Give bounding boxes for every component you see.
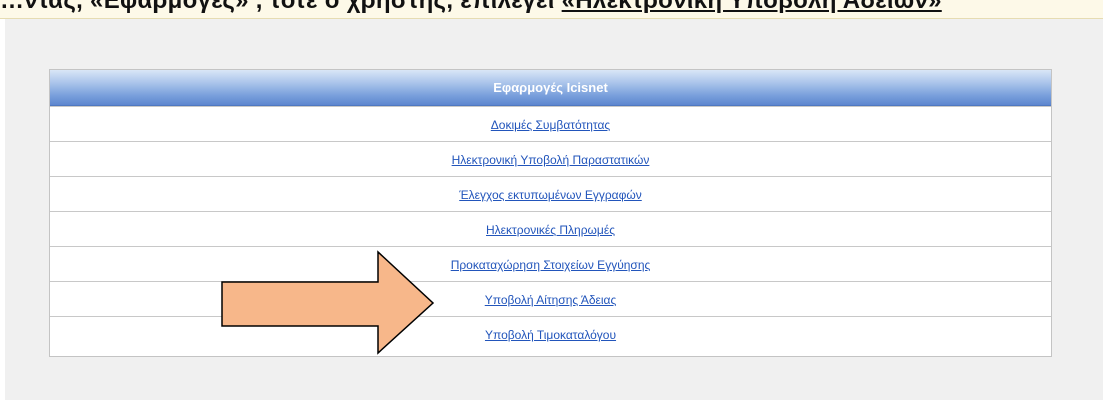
- app-link-guarantee-pre-registration[interactable]: Προκαταχώρηση Στοιχείων Εγγύησης: [451, 258, 651, 272]
- arrow-shape: [221, 250, 435, 355]
- instruction-text: …ντας, «Εφαρμογές» , τότε ο χρήστης, επι…: [0, 0, 942, 15]
- app-link-license-application[interactable]: Υποβολή Αίτησης Άδειας: [485, 293, 617, 307]
- app-row-compatibility-tests: Δοκιμές Συμβατότητας: [50, 106, 1051, 141]
- right-arrow-icon: [221, 250, 435, 355]
- instruction-text-lead: …ντας, «Εφαρμογές» , τότε ο χρήστης, επι…: [0, 0, 562, 14]
- panel-title: Εφαρμογές Icisnet: [50, 70, 1051, 106]
- app-row-license-application: Υποβολή Αίτησης Άδειας: [50, 281, 1051, 316]
- app-row-electronic-document-submission: Ηλεκτρονική Υποβολή Παραστατικών: [50, 141, 1051, 176]
- instruction-text-link: «Ηλεκτρονική Υποβολή Αδειών»: [561, 0, 942, 14]
- app-link-printed-records-check[interactable]: Έλεγχος εκτυπωμένων Εγγραφών: [459, 188, 642, 202]
- app-row-price-list-submission: Υποβολή Τιμοκαταλόγου: [50, 316, 1051, 351]
- app-row-guarantee-pre-registration: Προκαταχώρηση Στοιχείων Εγγύησης: [50, 246, 1051, 281]
- app-row-electronic-payments: Ηλεκτρονικές Πληρωμές: [50, 211, 1051, 246]
- app-link-electronic-payments[interactable]: Ηλεκτρονικές Πληρωμές: [486, 223, 615, 237]
- app-link-price-list-submission[interactable]: Υποβολή Τιμοκαταλόγου: [485, 328, 616, 342]
- app-link-electronic-document-submission[interactable]: Ηλεκτρονική Υποβολή Παραστατικών: [452, 153, 650, 167]
- instruction-banner: …ντας, «Εφαρμογές» , τότε ο χρήστης, επι…: [0, 0, 1103, 19]
- app-row-printed-records-check: Έλεγχος εκτυπωμένων Εγγραφών: [50, 176, 1051, 211]
- app-link-compatibility-tests[interactable]: Δοκιμές Συμβατότητας: [491, 118, 610, 132]
- icisnet-apps-panel: Εφαρμογές Icisnet Δοκιμές Συμβατότητας Η…: [49, 69, 1052, 357]
